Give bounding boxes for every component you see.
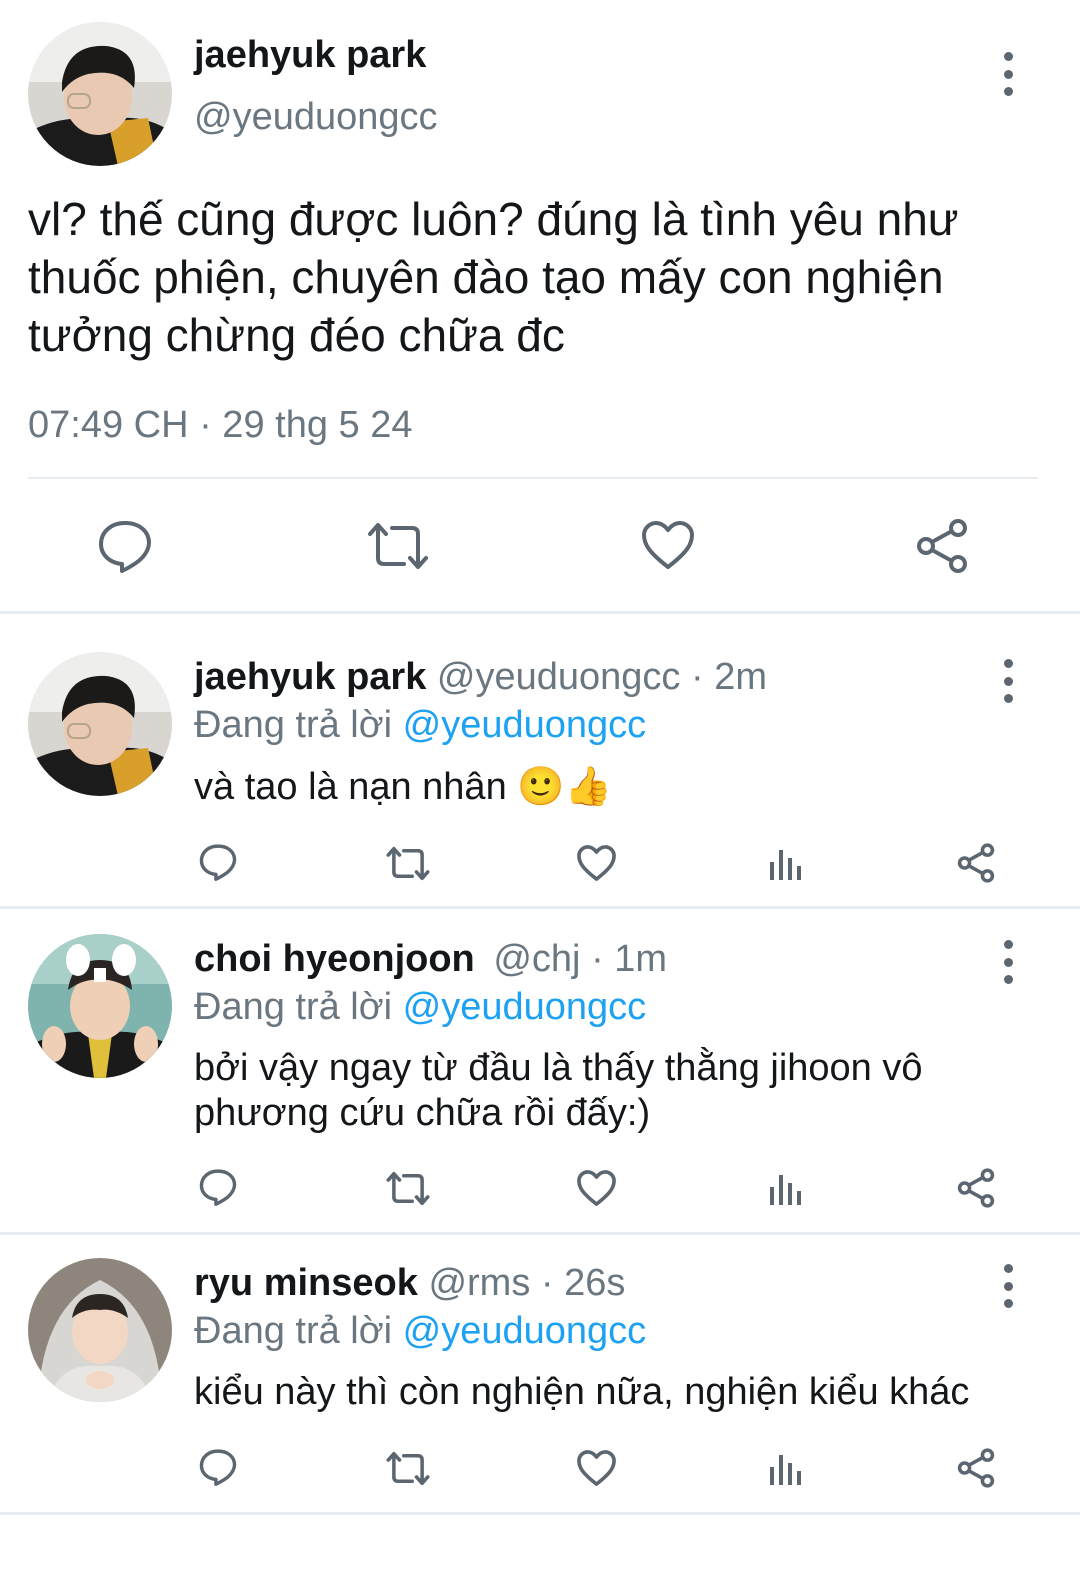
replying-to-label: Đang trả lời bbox=[194, 1310, 393, 1352]
reply-header: ryu minseok @rms · 26s bbox=[194, 1262, 625, 1305]
replying-to-line: Đang trả lời @yeuduongcc bbox=[194, 704, 646, 747]
like-icon[interactable] bbox=[640, 519, 696, 571]
reply-header: choi hyeonjoon @chj · 1m bbox=[194, 938, 667, 981]
reply-avatar[interactable] bbox=[28, 1258, 172, 1402]
share-icon[interactable] bbox=[914, 518, 970, 574]
reply-icon[interactable] bbox=[96, 518, 154, 574]
reply-author-name[interactable]: ryu minseok bbox=[194, 1262, 418, 1304]
reply-time: · 2m bbox=[690, 656, 767, 698]
reply-icon[interactable] bbox=[198, 1447, 238, 1487]
analytics-icon[interactable] bbox=[768, 844, 804, 882]
section-divider bbox=[0, 611, 1080, 614]
retweet-icon[interactable] bbox=[364, 520, 432, 572]
reply-time: · 26s bbox=[540, 1262, 626, 1304]
reply-header: jaehyuk park @yeuduongcc · 2m bbox=[194, 656, 767, 699]
reply-icon[interactable] bbox=[198, 842, 238, 882]
share-icon[interactable] bbox=[956, 843, 996, 883]
reply-icon[interactable] bbox=[198, 1167, 238, 1207]
main-tweet-avatar[interactable] bbox=[28, 22, 172, 166]
reply-text: bởi vậy ngay từ đầu là thấy thằng jihoon… bbox=[194, 1047, 923, 1134]
replying-to-link[interactable]: @yeuduongcc bbox=[403, 986, 647, 1028]
reply-author-handle[interactable]: @chj bbox=[493, 938, 580, 980]
reply-text: kiểu này thì còn nghiện nữa, nghiện kiểu… bbox=[194, 1371, 970, 1413]
reply-avatar[interactable] bbox=[28, 652, 172, 796]
replying-to-line: Đang trả lời @yeuduongcc bbox=[194, 986, 646, 1029]
reply-author-handle[interactable]: @yeuduongcc bbox=[437, 656, 681, 698]
analytics-icon[interactable] bbox=[768, 1449, 804, 1487]
main-tweet-divider bbox=[28, 477, 1038, 479]
more-options-icon[interactable] bbox=[998, 940, 1018, 984]
reply-divider bbox=[0, 1512, 1080, 1515]
main-tweet-text-line-2: thuốc phiện, chuyên đào tạo mấy con nghi… bbox=[28, 251, 944, 303]
like-icon[interactable] bbox=[576, 1169, 617, 1207]
share-icon[interactable] bbox=[956, 1448, 996, 1488]
retweet-icon[interactable] bbox=[384, 845, 432, 882]
main-tweet-author-name[interactable]: jaehyuk park bbox=[194, 34, 426, 77]
more-options-icon[interactable] bbox=[998, 659, 1018, 703]
retweet-icon[interactable] bbox=[384, 1450, 432, 1487]
main-tweet-text-line-1: vl? thế cũng được luôn? đúng là tình yêu… bbox=[28, 193, 959, 245]
reply-avatar[interactable] bbox=[28, 934, 172, 1078]
reply-author-handle[interactable]: @rms bbox=[428, 1262, 530, 1304]
retweet-icon[interactable] bbox=[384, 1170, 432, 1207]
reply-text: và tao là nạn nhân 🙂👍 bbox=[194, 766, 612, 808]
reply-divider bbox=[0, 906, 1080, 909]
replying-to-link[interactable]: @yeuduongcc bbox=[403, 1310, 647, 1352]
main-tweet-timestamp: 07:49 CH · 29 thg 5 24 bbox=[28, 404, 413, 446]
share-icon[interactable] bbox=[956, 1168, 996, 1208]
main-tweet-author-handle[interactable]: @yeuduongcc bbox=[194, 96, 438, 139]
more-options-icon[interactable] bbox=[998, 1264, 1018, 1308]
more-options-icon[interactable] bbox=[998, 52, 1018, 96]
reply-author-name[interactable]: choi hyeonjoon bbox=[194, 938, 475, 980]
reply-divider bbox=[0, 1232, 1080, 1235]
like-icon[interactable] bbox=[576, 844, 617, 882]
reply-author-name[interactable]: jaehyuk park bbox=[194, 656, 426, 698]
reply-time: · 1m bbox=[591, 938, 668, 980]
replying-to-label: Đang trả lời bbox=[194, 704, 393, 746]
analytics-icon[interactable] bbox=[768, 1169, 804, 1207]
replying-to-label: Đang trả lời bbox=[194, 986, 393, 1028]
replying-to-line: Đang trả lời @yeuduongcc bbox=[194, 1310, 646, 1353]
like-icon[interactable] bbox=[576, 1449, 617, 1487]
replying-to-link[interactable]: @yeuduongcc bbox=[403, 704, 647, 746]
main-tweet-text-line-3: tưởng chừng đéo chữa đc bbox=[28, 309, 565, 361]
